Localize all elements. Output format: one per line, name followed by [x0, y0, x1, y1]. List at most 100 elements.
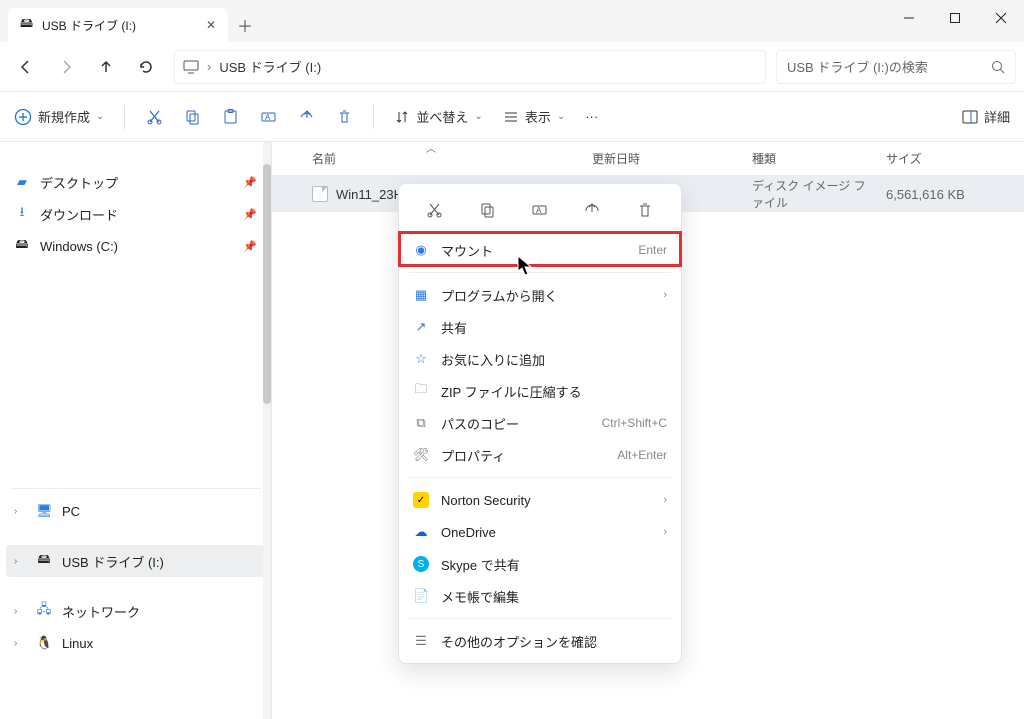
- ctx-share[interactable]: ↗ 共有: [399, 311, 681, 343]
- ctx-zip[interactable]: 🗀 ZIP ファイルに圧縮する: [399, 375, 681, 407]
- share-button[interactable]: [297, 108, 315, 126]
- tab-close-icon[interactable]: ✕: [206, 18, 216, 32]
- ctx-favorite[interactable]: ☆ お気に入りに追加: [399, 343, 681, 375]
- separator: [409, 618, 671, 619]
- window-close-button[interactable]: [978, 0, 1024, 36]
- refresh-button[interactable]: [128, 49, 164, 85]
- chevron-right-icon: ›: [663, 494, 667, 506]
- iso-file-icon: [312, 186, 328, 202]
- tab-active[interactable]: 🖴 USB ドライブ (I:) ✕: [8, 8, 228, 42]
- sidebar-item-label: PC: [62, 504, 80, 519]
- title-bar: 🖴 USB ドライブ (I:) ✕ ＋: [0, 0, 1024, 42]
- sidebar-item-label: ネットワーク: [62, 602, 140, 621]
- more-button[interactable]: ···: [585, 109, 598, 124]
- ctx-label: プログラムから開く: [441, 286, 651, 305]
- ctx-label: パスのコピー: [441, 414, 590, 433]
- monitor-icon: [183, 59, 199, 75]
- sidebar-item-usb[interactable]: › 🖴 USB ドライブ (I:): [6, 545, 265, 577]
- norton-icon: ✓: [413, 492, 429, 508]
- ctx-copy-path[interactable]: ⧉ パスのコピー Ctrl+Shift+C: [399, 407, 681, 439]
- pin-icon: 📌: [243, 176, 257, 189]
- sort-button[interactable]: 並べ替え ⌄: [394, 107, 482, 126]
- chevron-right-icon: ›: [14, 506, 24, 517]
- ctx-cut-button[interactable]: [419, 194, 451, 226]
- column-size[interactable]: サイズ: [876, 150, 1024, 167]
- pc-icon: 🖥: [36, 503, 52, 519]
- ctx-open-with[interactable]: ▦ プログラムから開く ›: [399, 279, 681, 311]
- forward-button[interactable]: [48, 49, 84, 85]
- ctx-onedrive[interactable]: ☁ OneDrive ›: [399, 516, 681, 548]
- ctx-label: プロパティ: [441, 446, 605, 465]
- sidebar: ▰ デスクトップ 📌 ⭳ ダウンロード 📌 🖴 Windows (C:) 📌 ›…: [0, 142, 272, 719]
- ctx-properties[interactable]: 🛠 プロパティ Alt+Enter: [399, 439, 681, 471]
- sidebar-item-network[interactable]: › 🖧 ネットワーク: [0, 595, 271, 627]
- separator: [409, 272, 671, 273]
- sidebar-item-pc[interactable]: › 🖥 PC: [0, 495, 271, 527]
- ctx-delete-button[interactable]: [629, 194, 661, 226]
- maximize-button[interactable]: [932, 0, 978, 36]
- ctx-norton[interactable]: ✓ Norton Security ›: [399, 484, 681, 516]
- rename-button[interactable]: A: [259, 108, 277, 126]
- ctx-rename-button[interactable]: A: [524, 194, 556, 226]
- file-type-cell: ディスク イメージ ファイル: [742, 177, 876, 211]
- file-size-cell: 6,561,616 KB: [876, 187, 1024, 202]
- details-label: 詳細: [984, 107, 1010, 126]
- chevron-right-icon: ›: [207, 59, 211, 74]
- drive-icon: 🖴: [20, 14, 34, 36]
- skype-icon: S: [413, 556, 429, 572]
- download-icon: ⭳: [14, 203, 30, 225]
- ctx-more-options[interactable]: ☰ その他のオプションを確認: [399, 625, 681, 657]
- sidebar-scrollbar[interactable]: [263, 142, 271, 719]
- ctx-notepad[interactable]: 📄 メモ帳で編集: [399, 580, 681, 612]
- separator: [124, 105, 125, 129]
- ctx-mount[interactable]: ◉ マウント Enter: [399, 234, 681, 266]
- back-button[interactable]: [8, 49, 44, 85]
- view-label: 表示: [525, 107, 551, 126]
- ctx-label: メモ帳で編集: [441, 587, 667, 606]
- chevron-right-icon: ›: [663, 289, 667, 301]
- column-type[interactable]: 種類: [742, 150, 876, 167]
- ctx-copy-button[interactable]: [472, 194, 504, 226]
- sidebar-item-label: ダウンロード: [40, 205, 118, 224]
- ctx-skype[interactable]: S Skype で共有: [399, 548, 681, 580]
- copy-button[interactable]: [183, 108, 201, 126]
- context-menu: A ◉ マウント Enter ▦ プログラムから開く › ↗ 共有 ☆ お気に入…: [398, 183, 682, 664]
- new-tab-button[interactable]: ＋: [228, 8, 262, 42]
- minimize-button[interactable]: [886, 0, 932, 36]
- mount-icon: ◉: [413, 242, 429, 258]
- ctx-label: ZIP ファイルに圧縮する: [441, 382, 667, 401]
- address-bar[interactable]: › USB ドライブ (I:): [174, 50, 766, 84]
- ctx-label: 共有: [441, 318, 667, 337]
- chevron-right-icon: ›: [14, 556, 24, 567]
- desktop-icon: ▰: [14, 174, 30, 190]
- ctx-label: Norton Security: [441, 493, 651, 508]
- delete-button[interactable]: [335, 108, 353, 126]
- cut-button[interactable]: [145, 108, 163, 126]
- ctx-label: お気に入りに追加: [441, 350, 667, 369]
- details-pane-button[interactable]: 詳細: [962, 107, 1010, 126]
- sort-label: 並べ替え: [416, 107, 468, 126]
- details-icon: [962, 109, 978, 125]
- column-date[interactable]: 更新日時: [582, 150, 742, 167]
- sidebar-item-windows-c[interactable]: 🖴 Windows (C:) 📌: [0, 230, 271, 262]
- sidebar-item-desktop[interactable]: ▰ デスクトップ 📌: [0, 166, 271, 198]
- ctx-shortcut: Alt+Enter: [617, 448, 667, 462]
- nav-bar: › USB ドライブ (I:) USB ドライブ (I:)の検索: [0, 42, 1024, 92]
- search-input[interactable]: USB ドライブ (I:)の検索: [776, 50, 1016, 84]
- mouse-cursor: [517, 255, 535, 277]
- sidebar-item-linux[interactable]: › 🐧 Linux: [0, 627, 271, 659]
- column-name[interactable]: 名前 ︿: [302, 150, 582, 167]
- sidebar-item-downloads[interactable]: ⭳ ダウンロード 📌: [0, 198, 271, 230]
- view-button[interactable]: 表示 ⌄: [503, 107, 565, 126]
- scrollbar-thumb[interactable]: [263, 164, 271, 404]
- copy-path-icon: ⧉: [413, 415, 429, 431]
- ellipsis-icon: ···: [585, 109, 598, 124]
- paste-button[interactable]: [221, 108, 239, 126]
- ctx-share-button[interactable]: [576, 194, 608, 226]
- usb-drive-icon: 🖴: [36, 550, 52, 572]
- chevron-right-icon: ›: [663, 526, 667, 538]
- up-button[interactable]: [88, 49, 124, 85]
- ctx-shortcut: Enter: [638, 243, 667, 257]
- new-button[interactable]: 新規作成 ⌄: [14, 107, 104, 126]
- window-controls: [886, 0, 1024, 36]
